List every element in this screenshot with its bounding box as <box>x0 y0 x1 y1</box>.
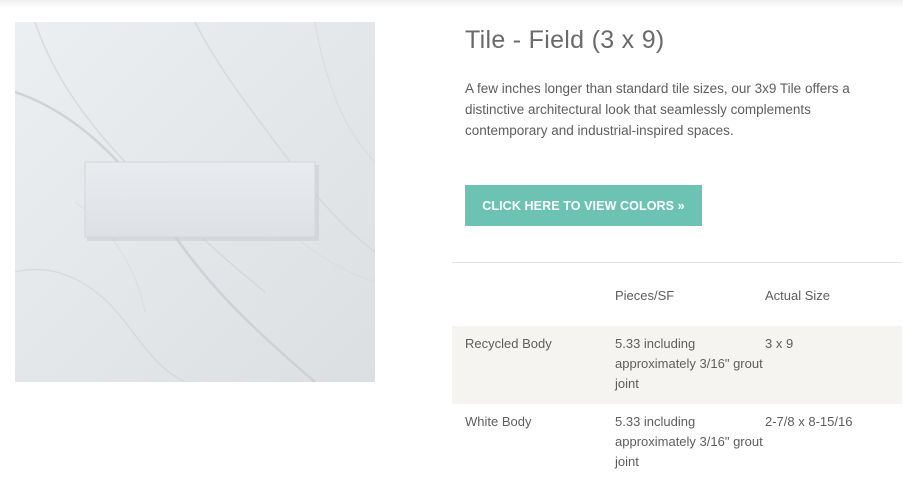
header-cell-size: Actual Size <box>765 288 831 303</box>
header-cell-type <box>452 278 615 326</box>
product-description: A few inches longer than standard tile s… <box>465 81 850 138</box>
product-title: Tile - Field (3 x 9) <box>465 26 665 54</box>
cell-body-type: White Body <box>465 414 532 429</box>
view-colors-button[interactable]: CLICK HERE TO VIEW COLORS » <box>465 185 702 226</box>
header-shadow <box>0 0 903 8</box>
cell-pieces-per-sf: 5.33 including approximately 3/16" grout… <box>615 414 763 469</box>
header-cell-pieces: Pieces/SF <box>615 288 675 303</box>
cell-actual-size: 2-7/8 x 8-15/16 <box>765 414 853 429</box>
cell-body-type: Recycled Body <box>465 336 552 351</box>
divider <box>452 262 902 263</box>
product-image <box>15 22 375 382</box>
spec-table-header: Pieces/SF Actual Size <box>452 278 902 326</box>
cell-actual-size: 3 x 9 <box>765 336 794 351</box>
cell-pieces-per-sf: 5.33 including approximately 3/16" grout… <box>615 336 763 391</box>
table-row: Recycled Body 5.33 including approximate… <box>452 326 902 404</box>
spec-table: Pieces/SF Actual Size Recycled Body 5.33… <box>452 278 902 482</box>
table-row: White Body 5.33 including approximately … <box>452 404 902 482</box>
